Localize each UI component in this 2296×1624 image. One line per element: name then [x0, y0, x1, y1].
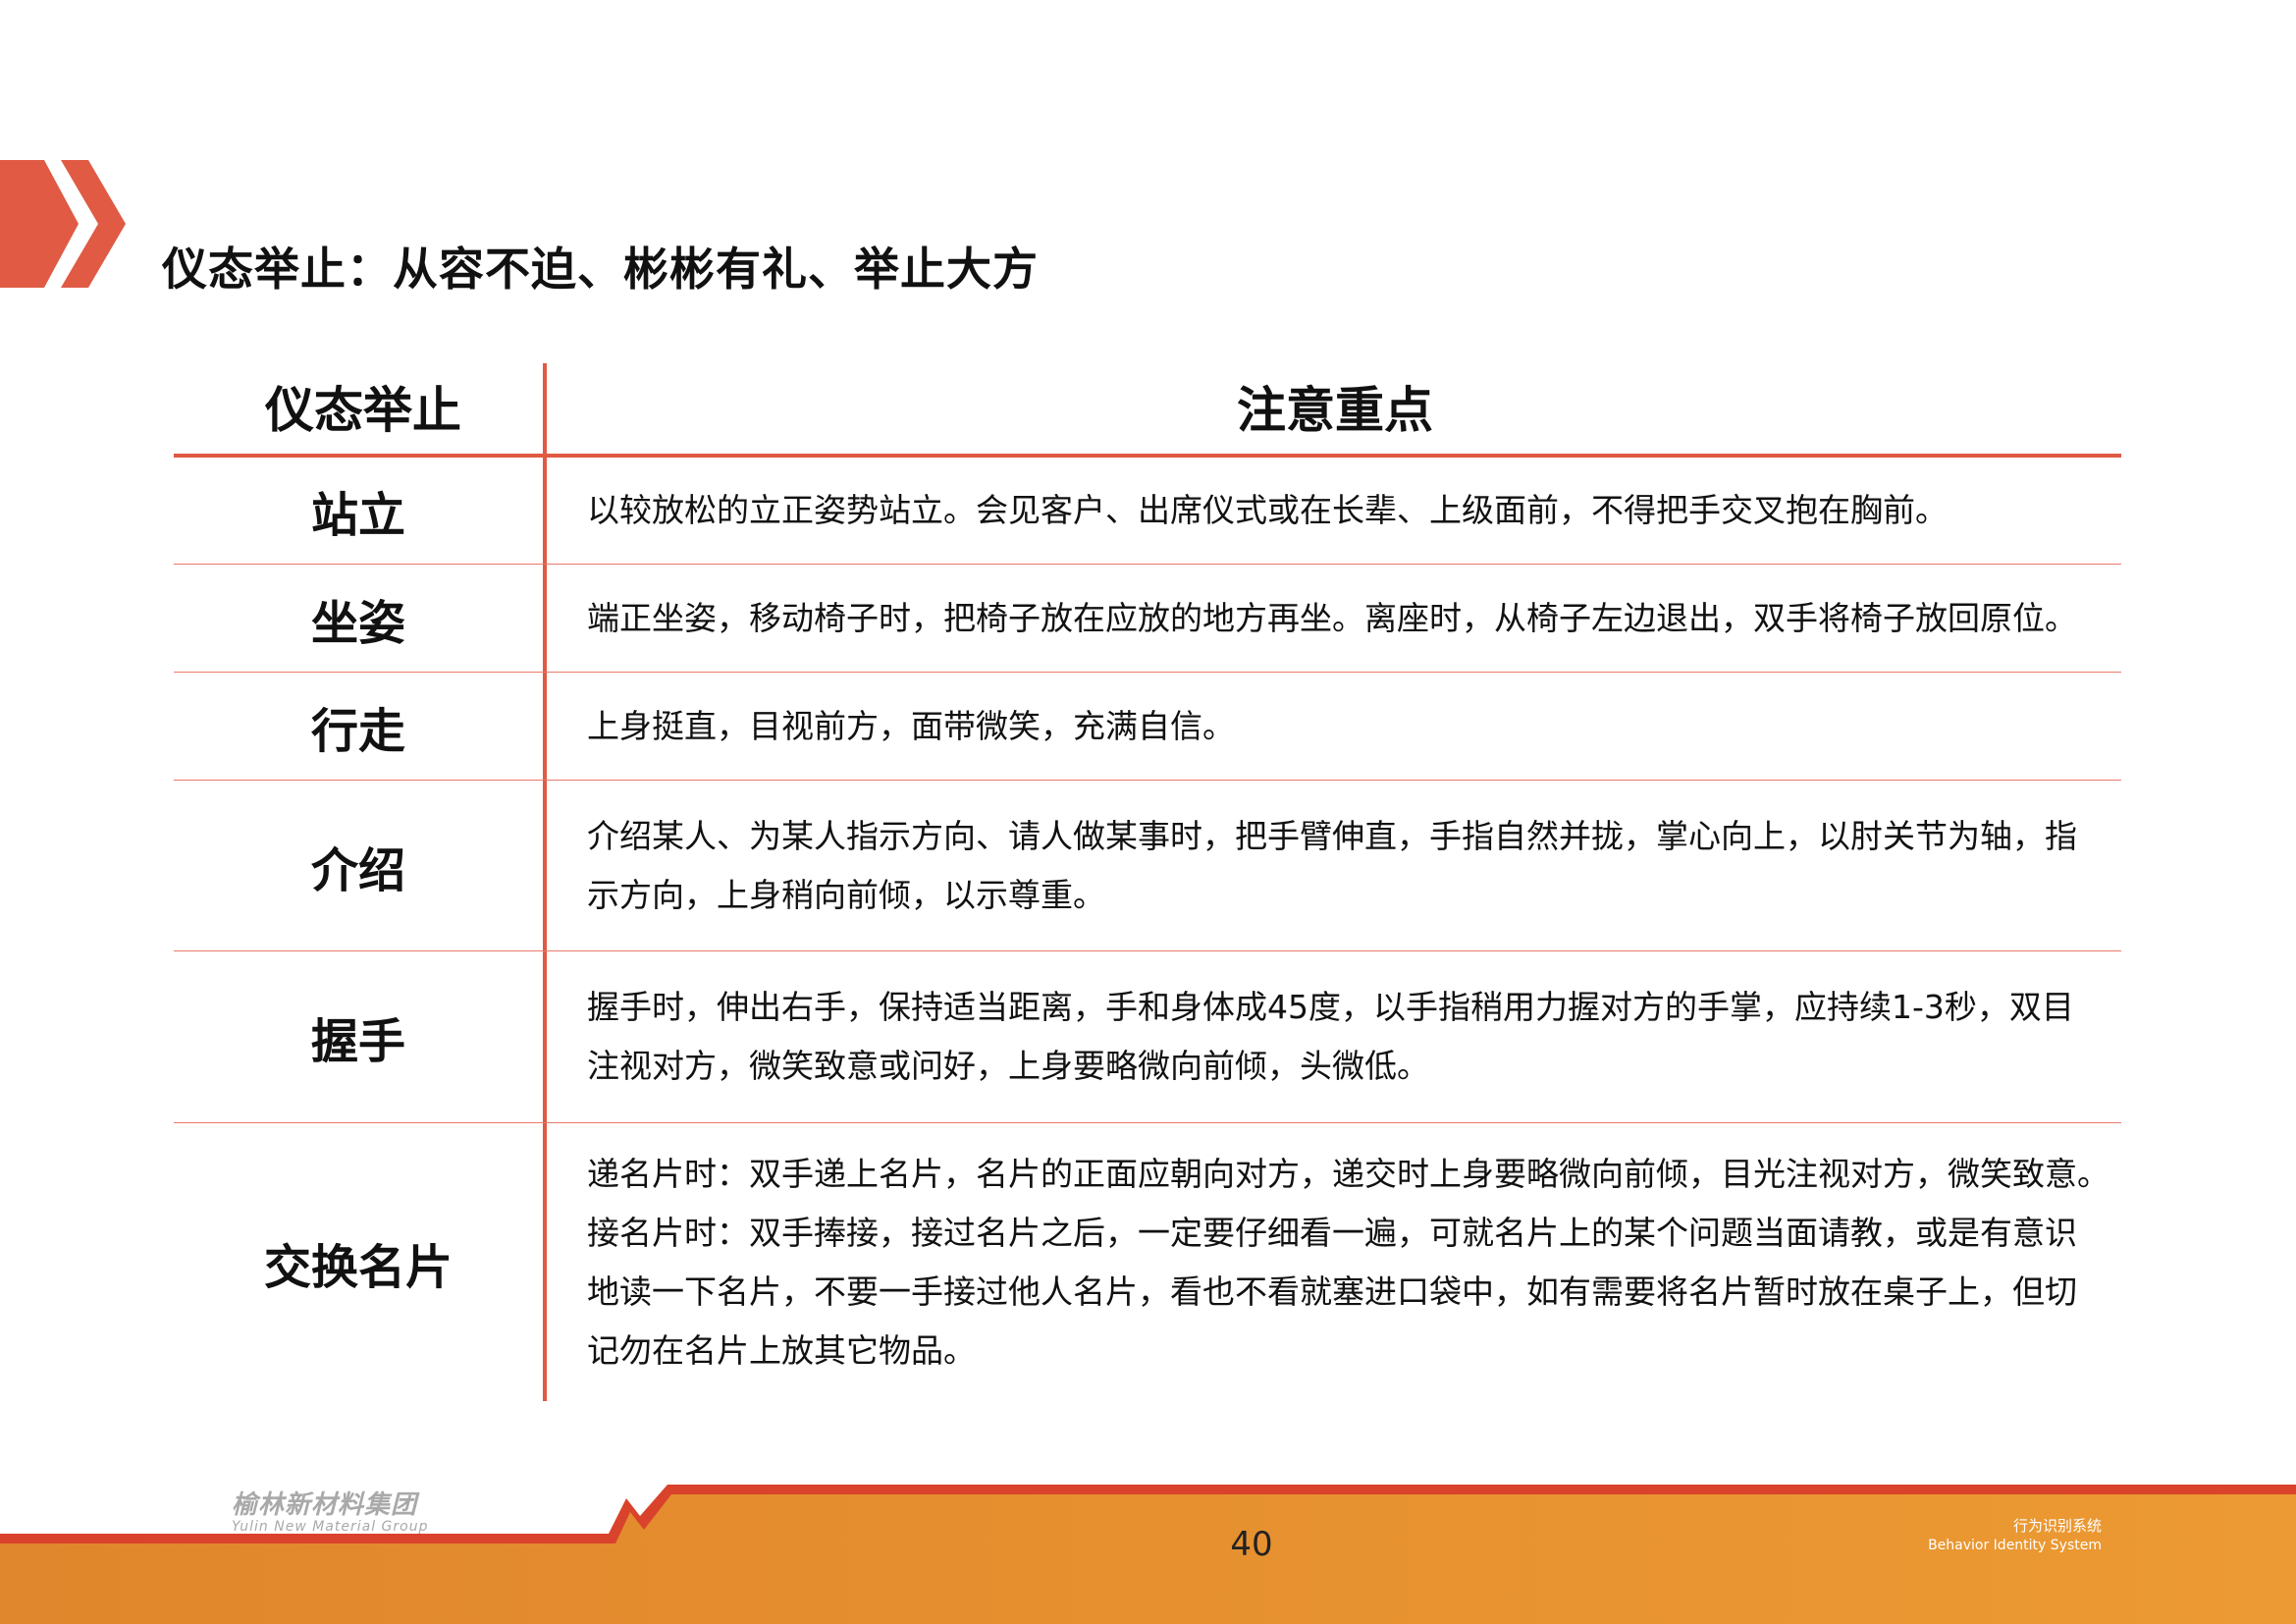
- table-header-behavior: 仪态举止: [265, 382, 461, 439]
- table-row-label: 坐姿: [310, 595, 405, 651]
- table-row-text: 上身挺直，目视前方，面带微笑，充满自信。: [587, 673, 2118, 780]
- table-column-divider: [543, 363, 547, 1401]
- table-cell-text: 以较放松的立正姿势站立。会见客户、出席仪式或在长辈、上级面前，不得把手交叉抱在胸…: [587, 491, 1948, 529]
- table-row-text: 以较放松的立正姿势站立。会见客户、出席仪式或在长辈、上级面前，不得把手交叉抱在胸…: [587, 458, 2118, 564]
- table-row-text: 介绍某人、为某人指示方向、请人做某事时，把手臂伸直，手指自然并拢，掌心向上，以肘…: [587, 781, 2118, 950]
- page-title: 仪态举止：从容不迫、彬彬有礼、举止大方: [162, 243, 1039, 296]
- table-row-text: 递名片时：双手递上名片，名片的正面应朝向对方，递交时上身要略微向前倾，目光注视对…: [587, 1123, 2118, 1401]
- logo-text-en: Yulin New Material Group: [232, 1519, 429, 1535]
- table-cell-text: 握手时，伸出右手，保持适当距离，手和身体成45度，以手指稍用力握对方的手掌，应持…: [587, 988, 2074, 1085]
- table-cell-text: 端正坐姿，移动椅子时，把椅子放在应放的地方再坐。离座时，从椅子左边退出，双手将椅…: [587, 598, 2077, 637]
- logo-text-cn: 榆林新材料集团: [232, 1490, 418, 1520]
- table-cell-text: 递名片时：双手递上名片，名片的正面应朝向对方，递交时上身要略微向前倾，目光注视对…: [587, 1154, 2109, 1370]
- table-row-label: 握手: [310, 1014, 405, 1069]
- system-name: 行为识别系统 Behavior Identity System: [1928, 1515, 2102, 1553]
- table-row-label: 行走: [310, 703, 405, 759]
- system-name-cn: 行为识别系统: [2012, 1517, 2102, 1535]
- company-logo: 榆林新材料集团 Yulin New Material Group: [232, 1485, 428, 1535]
- table-row-text: 端正坐姿，移动椅子时，把椅子放在应放的地方再坐。离座时，从椅子左边退出，双手将椅…: [587, 565, 2118, 672]
- table-cell-text: 上身挺直，目视前方，面带微笑，充满自信。: [587, 706, 1235, 745]
- table-row-label: 介绍: [310, 842, 405, 898]
- chevron-arrow-icon: [0, 160, 126, 288]
- table-row-label: 交换名片: [263, 1239, 453, 1295]
- table-row-text: 握手时，伸出右手，保持适当距离，手和身体成45度，以手指稍用力握对方的手掌，应持…: [587, 951, 2118, 1122]
- table-cell-text: 介绍某人、为某人指示方向、请人做某事时，把手臂伸直，手指自然并拢，掌心向上，以肘…: [587, 816, 2077, 914]
- table-row-label: 站立: [310, 488, 405, 543]
- system-name-en: Behavior Identity System: [1928, 1538, 2102, 1553]
- page-number: 40: [1230, 1525, 1273, 1564]
- table-header-key-points: 注意重点: [1237, 382, 1433, 439]
